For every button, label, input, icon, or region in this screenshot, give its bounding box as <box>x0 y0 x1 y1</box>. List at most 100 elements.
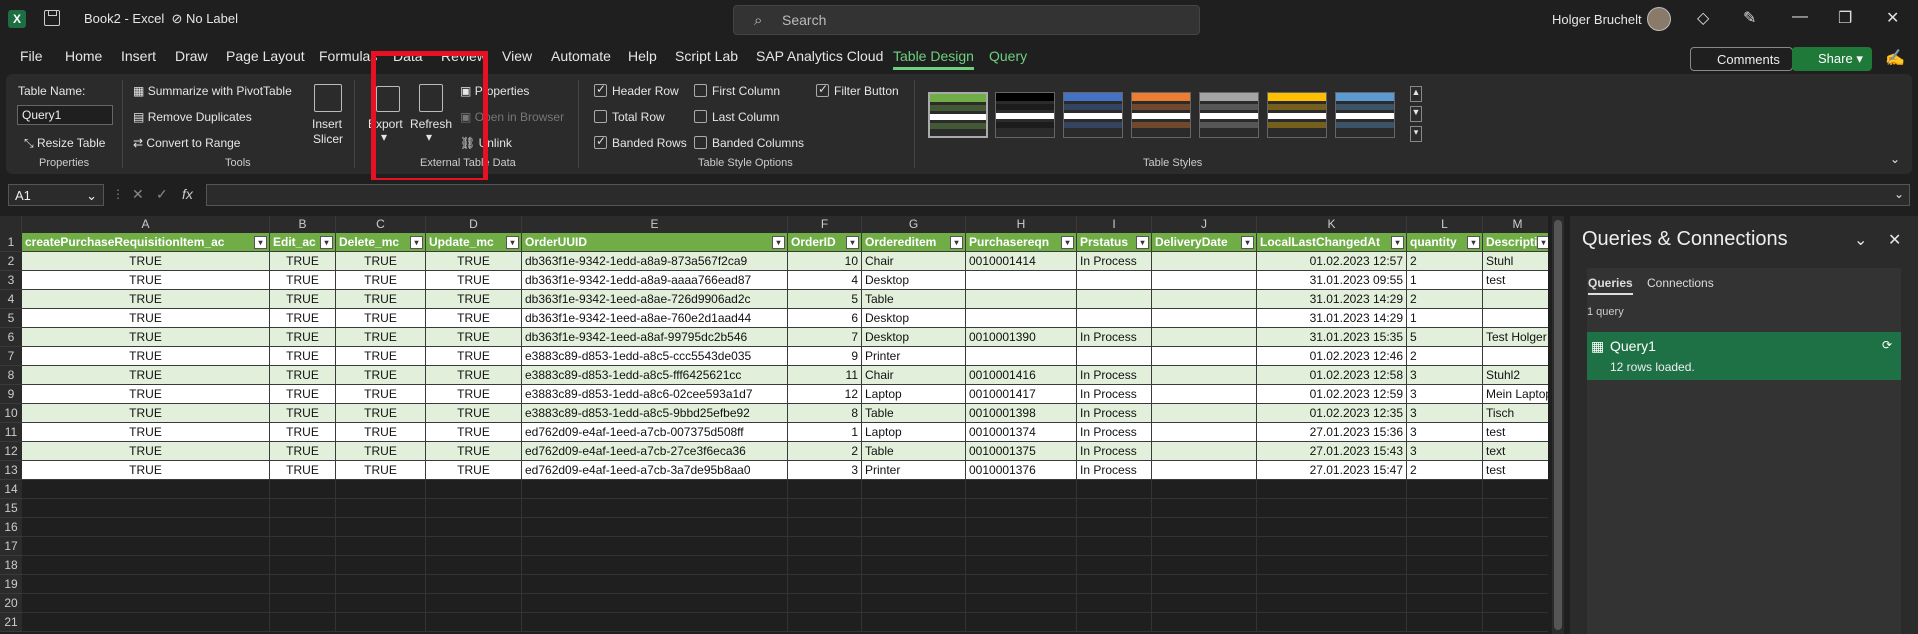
table-cell[interactable]: db363f1e-9342-1edd-a8a9-873a567f2ca9 <box>522 252 788 271</box>
table-cell[interactable]: In Process <box>1077 442 1152 461</box>
column-header[interactable]: D <box>426 216 522 233</box>
table-cell[interactable] <box>1152 309 1257 328</box>
table-cell[interactable]: TRUE <box>426 252 522 271</box>
summarize-pivottable-button[interactable]: ▦ Summarize with PivotTable <box>133 84 292 98</box>
table-cell[interactable]: TRUE <box>336 423 426 442</box>
row-header[interactable]: 4 <box>0 290 22 309</box>
empty-cell[interactable] <box>966 518 1077 537</box>
table-cell[interactable] <box>1077 290 1152 309</box>
table-cell[interactable]: TRUE <box>336 461 426 480</box>
table-cell[interactable] <box>966 347 1077 366</box>
empty-cell[interactable] <box>336 480 426 499</box>
filter-dropdown-icon[interactable]: ▾ <box>846 236 859 249</box>
table-cell[interactable] <box>1077 271 1152 290</box>
column-header[interactable]: C <box>336 216 426 233</box>
empty-cell[interactable] <box>1257 613 1407 632</box>
table-cell[interactable]: TRUE <box>270 347 336 366</box>
filter-dropdown-icon[interactable]: ▾ <box>320 236 333 249</box>
name-box[interactable]: A1 ⌄ <box>8 184 104 206</box>
table-cell[interactable]: TRUE <box>22 442 270 461</box>
table-cell[interactable]: TRUE <box>336 252 426 271</box>
table-header-cell[interactable]: LocalLastChangedAt ▾ <box>1257 233 1407 252</box>
empty-cell[interactable] <box>1407 556 1483 575</box>
table-cell[interactable]: TRUE <box>426 404 522 423</box>
empty-cell[interactable] <box>426 594 522 613</box>
empty-cell[interactable] <box>966 613 1077 632</box>
table-cell[interactable]: 0010001416 <box>966 366 1077 385</box>
table-cell[interactable]: Desktop <box>862 309 966 328</box>
table-header-cell[interactable]: quantity ▾ <box>1407 233 1483 252</box>
row-header[interactable]: 16 <box>0 518 22 537</box>
pen-icon[interactable]: ✎ <box>1743 8 1756 28</box>
table-cell[interactable]: Table <box>862 404 966 423</box>
table-cell[interactable]: Tisch <box>1483 404 1548 423</box>
tab-formulas[interactable]: Formulas <box>319 48 377 64</box>
empty-cell[interactable] <box>426 499 522 518</box>
table-cell[interactable] <box>1152 404 1257 423</box>
table-cell[interactable] <box>1152 423 1257 442</box>
empty-cell[interactable] <box>426 480 522 499</box>
refresh-query-icon[interactable]: ⟳ <box>1882 338 1892 352</box>
row-header[interactable]: 12 <box>0 442 22 461</box>
table-cell[interactable]: 3 <box>1407 385 1483 404</box>
table-cell[interactable]: 6 <box>788 309 862 328</box>
tab-file[interactable]: File <box>20 48 43 64</box>
table-name-input[interactable] <box>17 105 113 125</box>
table-cell[interactable]: Table <box>862 442 966 461</box>
tab-connections[interactable]: Connections <box>1647 276 1714 290</box>
empty-cell[interactable] <box>862 518 966 537</box>
empty-cell[interactable] <box>336 518 426 537</box>
table-cell[interactable]: 12 <box>788 385 862 404</box>
row-header[interactable]: 3 <box>0 271 22 290</box>
save-icon[interactable] <box>44 10 60 26</box>
banded-columns-checkbox[interactable] <box>694 136 707 149</box>
table-cell[interactable]: 01.02.2023 12:46 <box>1257 347 1407 366</box>
table-cell[interactable]: 7 <box>788 328 862 347</box>
tab-page-layout[interactable]: Page Layout <box>226 48 305 64</box>
table-cell[interactable]: TRUE <box>270 366 336 385</box>
empty-cell[interactable] <box>1483 537 1548 556</box>
table-header-cell[interactable]: DeliveryDate ▾ <box>1152 233 1257 252</box>
empty-cell[interactable] <box>1077 537 1152 556</box>
table-header-cell[interactable]: Description ▾ <box>1483 233 1548 252</box>
empty-cell[interactable] <box>1077 499 1152 518</box>
table-cell[interactable]: TRUE <box>426 461 522 480</box>
table-cell[interactable]: TRUE <box>336 290 426 309</box>
table-cell[interactable]: e3883c89-d853-1edd-a8c5-9bbd25efbe92 <box>522 404 788 423</box>
table-cell[interactable] <box>1152 461 1257 480</box>
table-cell[interactable]: Mein Laptop <box>1483 385 1548 404</box>
restore-icon[interactable]: ❐ <box>1838 8 1852 28</box>
empty-cell[interactable] <box>788 613 862 632</box>
table-cell[interactable]: 8 <box>788 404 862 423</box>
table-cell[interactable]: TRUE <box>22 309 270 328</box>
table-cell[interactable]: 01.02.2023 12:59 <box>1257 385 1407 404</box>
table-cell[interactable]: TRUE <box>336 385 426 404</box>
table-cell[interactable]: Laptop <box>862 385 966 404</box>
table-cell[interactable] <box>1077 347 1152 366</box>
table-cell[interactable]: TRUE <box>336 347 426 366</box>
empty-cell[interactable] <box>1257 537 1407 556</box>
table-cell[interactable]: 27.01.2023 15:47 <box>1257 461 1407 480</box>
table-cell[interactable]: TRUE <box>22 328 270 347</box>
slicer-icon[interactable] <box>314 84 342 112</box>
table-cell[interactable]: 01.02.2023 12:35 <box>1257 404 1407 423</box>
table-cell[interactable] <box>966 309 1077 328</box>
table-cell[interactable]: 27.01.2023 15:43 <box>1257 442 1407 461</box>
empty-cell[interactable] <box>1407 613 1483 632</box>
filter-dropdown-icon[interactable]: ▾ <box>1467 236 1480 249</box>
table-cell[interactable]: TRUE <box>426 271 522 290</box>
table-cell[interactable]: Stuhl <box>1483 252 1548 271</box>
table-cell[interactable]: e3883c89-d853-1edd-a8c5-fff6425621cc <box>522 366 788 385</box>
row-header[interactable]: 11 <box>0 423 22 442</box>
table-cell[interactable]: 9 <box>788 347 862 366</box>
table-cell[interactable]: In Process <box>1077 252 1152 271</box>
table-cell[interactable]: TRUE <box>22 252 270 271</box>
collapse-ribbon-icon[interactable]: ⌄ <box>1890 152 1900 166</box>
table-cell[interactable]: TRUE <box>270 461 336 480</box>
spreadsheet-grid[interactable]: A B C D E F G H I J K L M 1 2 3 4 5 6 7 8 9 10 11 12 13 14 15 16 17 18… <box>0 216 1548 634</box>
empty-cell[interactable] <box>862 556 966 575</box>
empty-cell[interactable] <box>1407 499 1483 518</box>
table-cell[interactable]: Table <box>862 290 966 309</box>
table-cell[interactable]: TRUE <box>336 271 426 290</box>
column-header[interactable]: M <box>1483 216 1548 233</box>
